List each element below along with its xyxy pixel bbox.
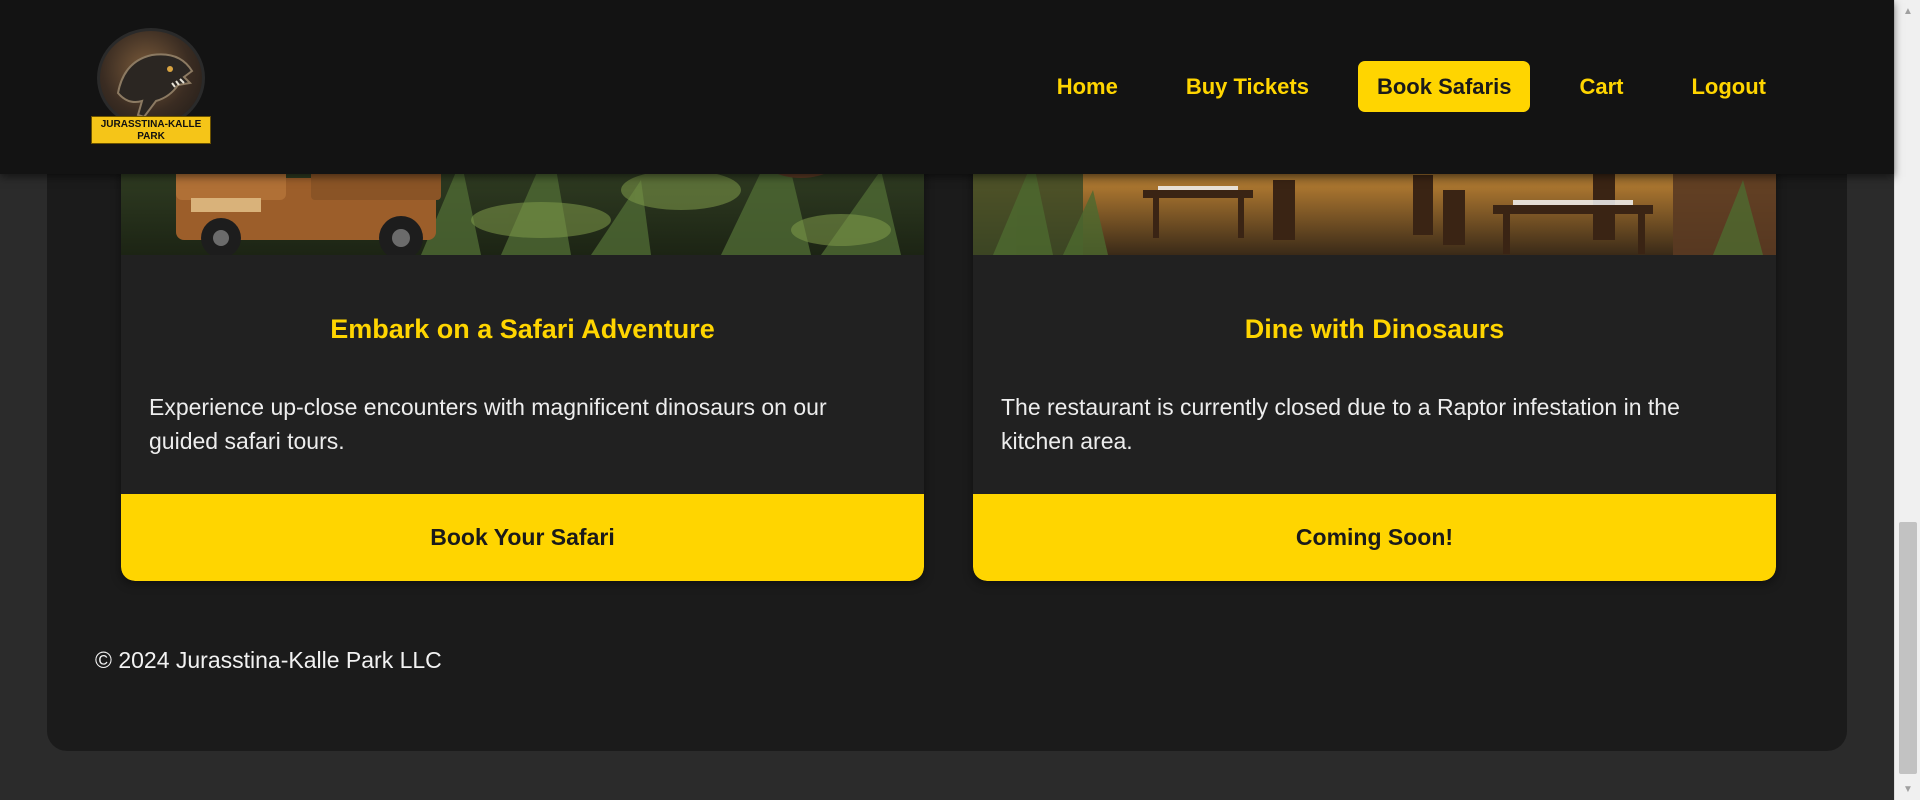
nav-book-safaris[interactable]: Book Safaris: [1357, 61, 1531, 112]
dining-card: Dine with Dinosaurs The restaurant is cu…: [973, 120, 1776, 581]
park-logo[interactable]: JURASSTINA-KALLE PARK: [88, 28, 214, 146]
scroll-up-arrow-icon[interactable]: ▲: [1895, 0, 1920, 22]
main-nav: Home Buy Tickets Book Safaris Cart Logou…: [1008, 61, 1785, 112]
logo-banner-text: JURASSTINA-KALLE PARK: [91, 116, 211, 144]
footer-copyright: © 2024 Jurasstina-Kalle Park LLC: [95, 647, 442, 673]
nav-home[interactable]: Home: [1038, 61, 1137, 112]
safari-card: Embark on a Safari Adventure Experience …: [121, 120, 924, 581]
book-your-safari-button[interactable]: Book Your Safari: [121, 494, 924, 581]
vertical-scrollbar[interactable]: ▲ ▼: [1894, 0, 1920, 800]
dining-card-title: Dine with Dinosaurs: [1244, 314, 1505, 344]
coming-soon-button[interactable]: Coming Soon!: [973, 494, 1776, 581]
dining-card-description: The restaurant is currently closed due t…: [1001, 394, 1680, 454]
safari-card-description: Experience up-close encounters with magn…: [149, 394, 827, 454]
scroll-down-arrow-icon[interactable]: ▼: [1895, 778, 1920, 800]
site-header: JURASSTINA-KALLE PARK Home Buy Tickets B…: [0, 0, 1894, 174]
scrollbar-thumb[interactable]: [1899, 522, 1917, 774]
dinosaur-emblem-icon: [97, 28, 205, 128]
nav-cart[interactable]: Cart: [1560, 61, 1642, 112]
safari-card-title: Embark on a Safari Adventure: [330, 314, 715, 344]
nav-logout[interactable]: Logout: [1672, 61, 1785, 112]
nav-buy-tickets[interactable]: Buy Tickets: [1167, 61, 1328, 112]
